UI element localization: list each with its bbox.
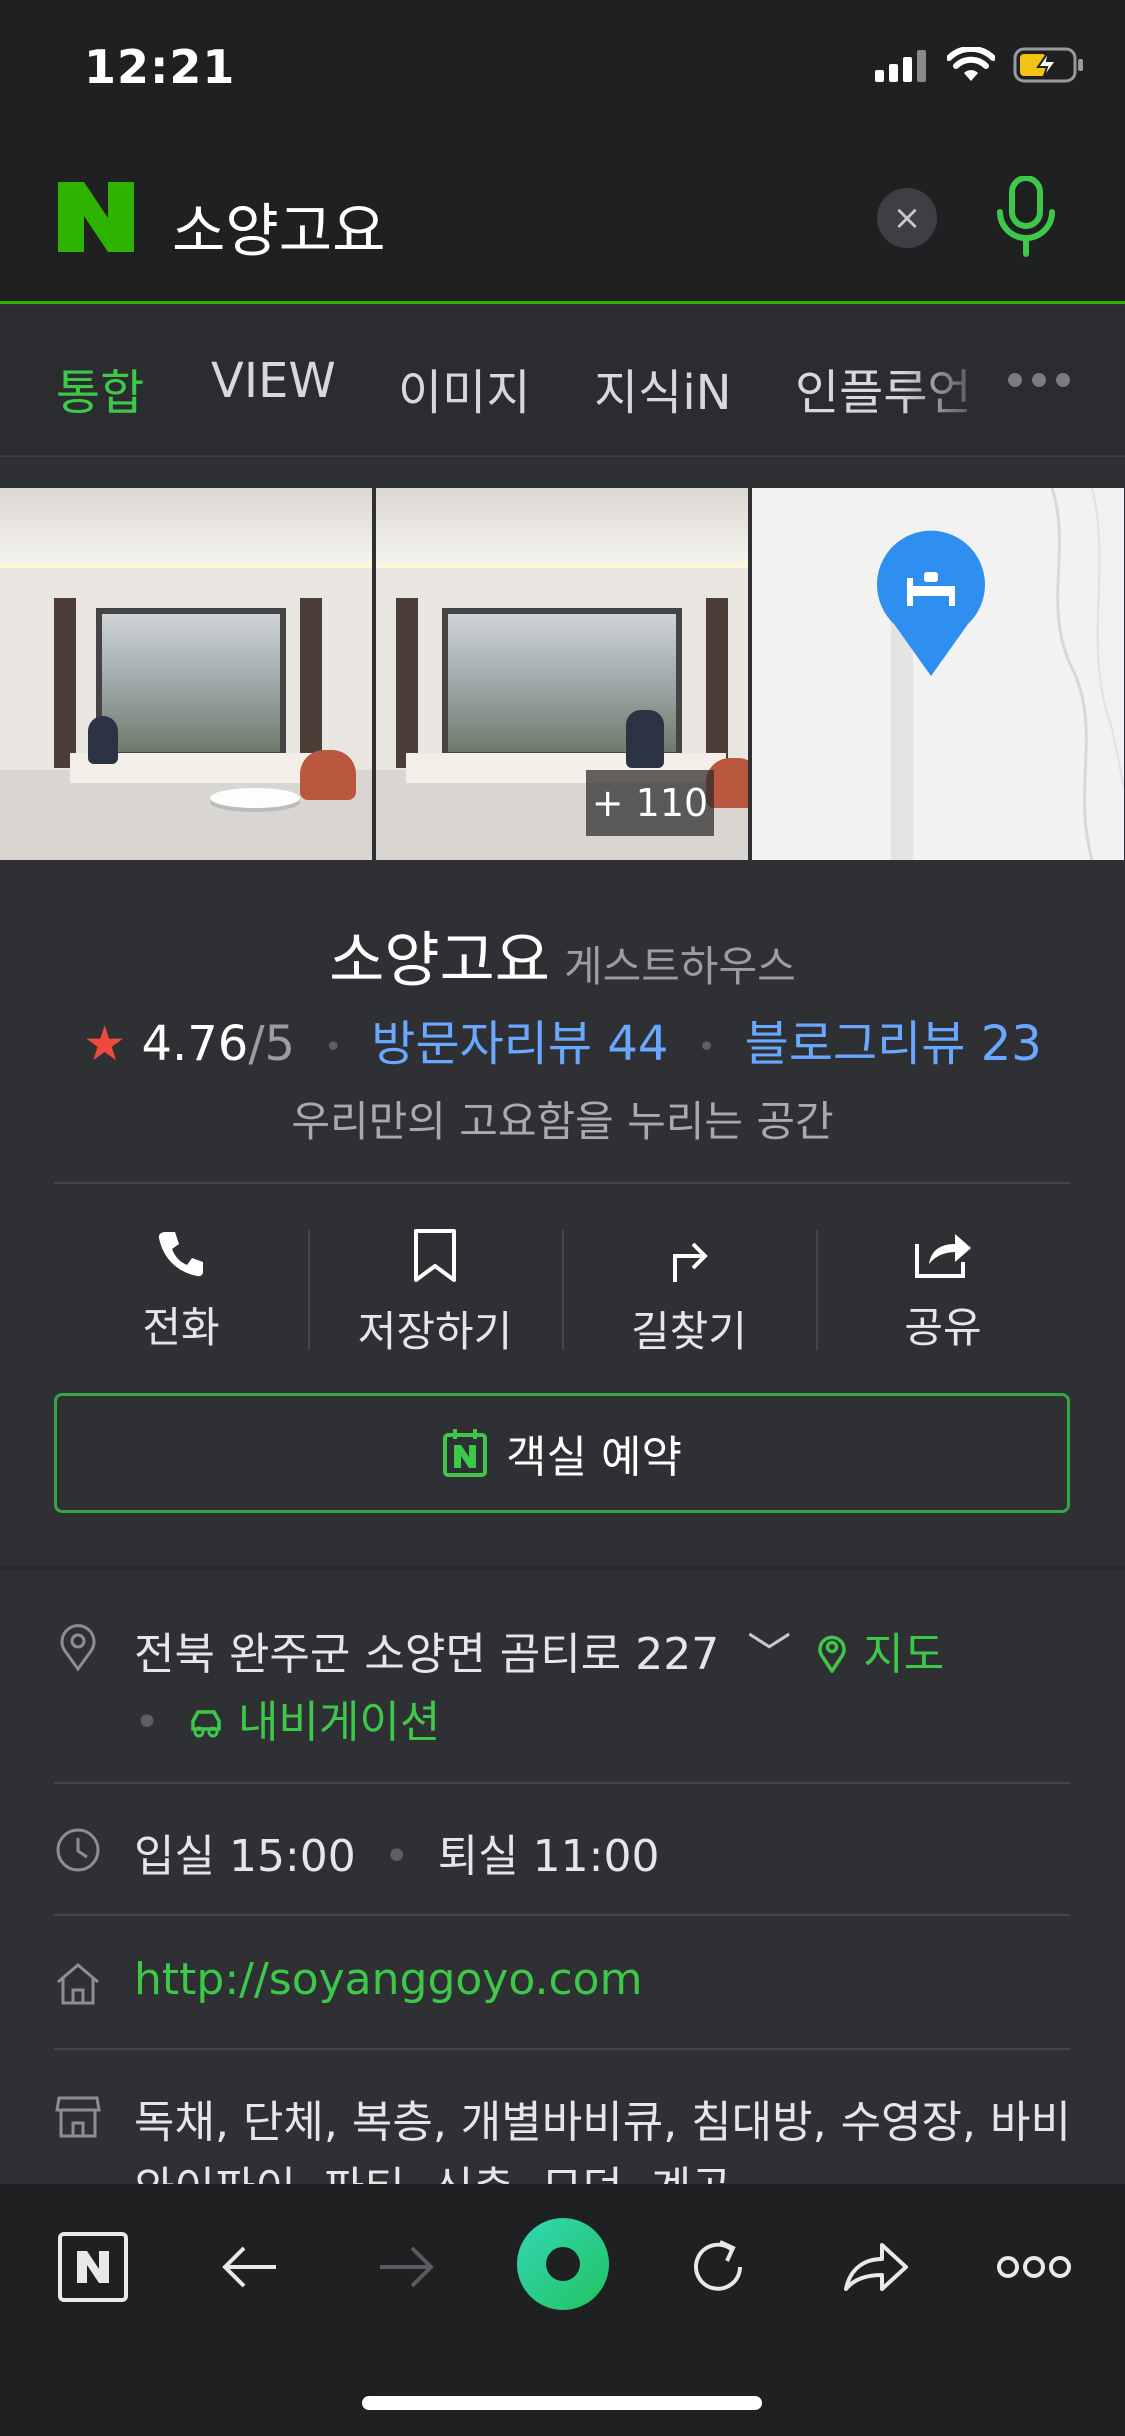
star-icon: ★ (83, 1016, 127, 1072)
share-arrow-icon (844, 2243, 908, 2291)
clock-icon (56, 1828, 100, 1872)
address-text[interactable]: 전북 완주군 소양면 곰티로 227 (134, 1629, 719, 1680)
map-link-label: 지도 (863, 1629, 945, 1680)
status-icons (875, 46, 1085, 84)
back-arrow-icon (222, 2246, 276, 2288)
bookmark-icon (414, 1229, 456, 1282)
tab-images[interactable]: 이미지 (398, 353, 530, 423)
more-tabs-icon[interactable] (1008, 373, 1070, 387)
photo-count-badge[interactable]: + 110 (586, 770, 714, 836)
checkin-row: 입실 15:00 • 퇴실 11:00 (54, 1820, 1070, 1890)
forward-arrow-icon (380, 2246, 434, 2288)
naver-n-icon (58, 2232, 128, 2302)
separator-dot: • (383, 1831, 410, 1882)
share-label: 공유 (904, 1303, 982, 1352)
refresh-button[interactable] (673, 2222, 763, 2312)
place-photo-1[interactable] (0, 488, 372, 860)
website-link[interactable]: http://soyanggoyo.com (134, 1954, 642, 2005)
map-thumbnail[interactable] (752, 488, 1124, 860)
navigation-label: 내비게이션 (237, 1697, 441, 1748)
naver-logo-icon[interactable] (58, 182, 134, 252)
signal-icon (875, 50, 926, 82)
address-row: 전북 완주군 소양면 곰티로 227 ﹀ 지도 • 내비게이션 (54, 1618, 1070, 1748)
lodging-pin-icon (877, 530, 985, 676)
car-icon (191, 1710, 221, 1738)
directions-button[interactable]: 길찾기 (562, 1210, 816, 1360)
facilities-row: 독채, 단체, 복층, 개별바비큐, 침대방, 수영장, 바비큐장, 와이파이,… (54, 2086, 1070, 2184)
status-bar: 12:21 (0, 0, 1125, 132)
naver-home-button[interactable] (48, 2222, 138, 2312)
place-category: 게스트하우스 (563, 942, 796, 991)
location-pin-icon (60, 1624, 96, 1672)
refresh-icon (694, 2240, 742, 2291)
room-reservation-button[interactable]: 객실 예약 (54, 1393, 1070, 1513)
visitor-reviews-link[interactable]: 방문자리뷰 44 (371, 1016, 668, 1072)
status-time: 12:21 (84, 40, 236, 94)
map-pin-icon (818, 1635, 846, 1675)
photo-strip: + 110 (0, 488, 1125, 860)
clear-search-button[interactable]: × (877, 188, 937, 248)
checkin-hours: 입실 15:00 • 퇴실 11:00 (134, 1820, 659, 1884)
divider (54, 1782, 1070, 1784)
search-tabs: 통합 VIEW 이미지 지식iN 인플루언 (0, 307, 1125, 457)
home-icon (57, 1963, 99, 2005)
divider (54, 1914, 1070, 1916)
more-icon (997, 2256, 1071, 2278)
call-button[interactable]: 전화 (54, 1210, 308, 1360)
green-dot-button[interactable] (517, 2218, 609, 2310)
tab-integrated[interactable]: 통합 (56, 353, 144, 423)
save-button[interactable]: 저장하기 (308, 1210, 562, 1360)
blog-reviews-link[interactable]: 블로그리뷰 23 (745, 1016, 1042, 1072)
website-row: http://soyanggoyo.com (54, 1954, 1070, 2024)
facilities-text: 독채, 단체, 복층, 개별바비큐, 침대방, 수영장, 바비큐장, (134, 2097, 1070, 2148)
reserve-label: 객실 예약 (506, 1432, 682, 1483)
store-icon (55, 2096, 101, 2138)
phone-icon (158, 1232, 203, 1277)
rating-score: 4.76 (141, 1016, 249, 1072)
facilities-text-cont: 와이파이, 파티, 신축, 모던, 계곡 (134, 2152, 732, 2184)
more-menu-button[interactable] (984, 2222, 1084, 2312)
place-description: 우리만의 고요함을 누리는 공간 (291, 1097, 834, 1146)
back-button[interactable] (205, 2222, 295, 2312)
place-name[interactable]: 소양고요 (329, 926, 550, 996)
save-label: 저장하기 (357, 1307, 513, 1356)
microphone-icon[interactable] (994, 176, 1058, 258)
place-photo-2[interactable]: + 110 (376, 488, 748, 860)
action-bar: 전화 저장하기 길찾기 공유 (54, 1210, 1070, 1360)
green-dot-icon (517, 2218, 609, 2310)
checkout-time: 퇴실 11:00 (437, 1831, 660, 1882)
separator-dot: • (697, 1029, 716, 1065)
share-button[interactable]: 공유 (816, 1210, 1070, 1360)
chevron-down-icon[interactable]: ﹀ (747, 1629, 791, 1680)
directions-label: 길찾기 (631, 1307, 747, 1356)
share-icon (915, 1234, 971, 1278)
rating-max: /5 (248, 1016, 296, 1072)
divider (54, 2048, 1070, 2050)
separator-dot: • (324, 1029, 343, 1065)
call-label: 전화 (142, 1303, 220, 1352)
battery-charging-icon (1013, 47, 1083, 83)
home-indicator (362, 2396, 762, 2410)
directions-icon (673, 1242, 708, 1282)
navigation-line: • 내비게이션 (134, 1686, 440, 1750)
share-page-button[interactable] (830, 2222, 920, 2312)
rating-row: ★ 4.76/5 • 방문자리뷰 44 • 블로그리뷰 23 (0, 1004, 1125, 1074)
tab-view[interactable]: VIEW (211, 353, 336, 409)
address-line: 전북 완주군 소양면 곰티로 227 ﹀ 지도 (134, 1618, 944, 1682)
tab-knowledge-in[interactable]: 지식iN (594, 353, 732, 423)
place-title: 소양고요 게스트하우스 (0, 912, 1125, 999)
navigation-link[interactable]: 내비게이션 (188, 1697, 440, 1748)
section-divider (0, 1566, 1125, 1570)
checkin-time: 입실 15:00 (134, 1831, 356, 1882)
wifi-icon (947, 47, 995, 81)
search-input[interactable]: 소양고요 (172, 184, 385, 268)
separator-dot: • (134, 1697, 160, 1748)
forward-button[interactable] (361, 2222, 451, 2312)
map-link[interactable]: 지도 (815, 1629, 944, 1680)
divider (54, 1182, 1070, 1184)
naver-booking-icon (443, 1429, 488, 1477)
search-header: 소양고요 × (0, 132, 1125, 304)
tab-fade (900, 307, 1020, 455)
